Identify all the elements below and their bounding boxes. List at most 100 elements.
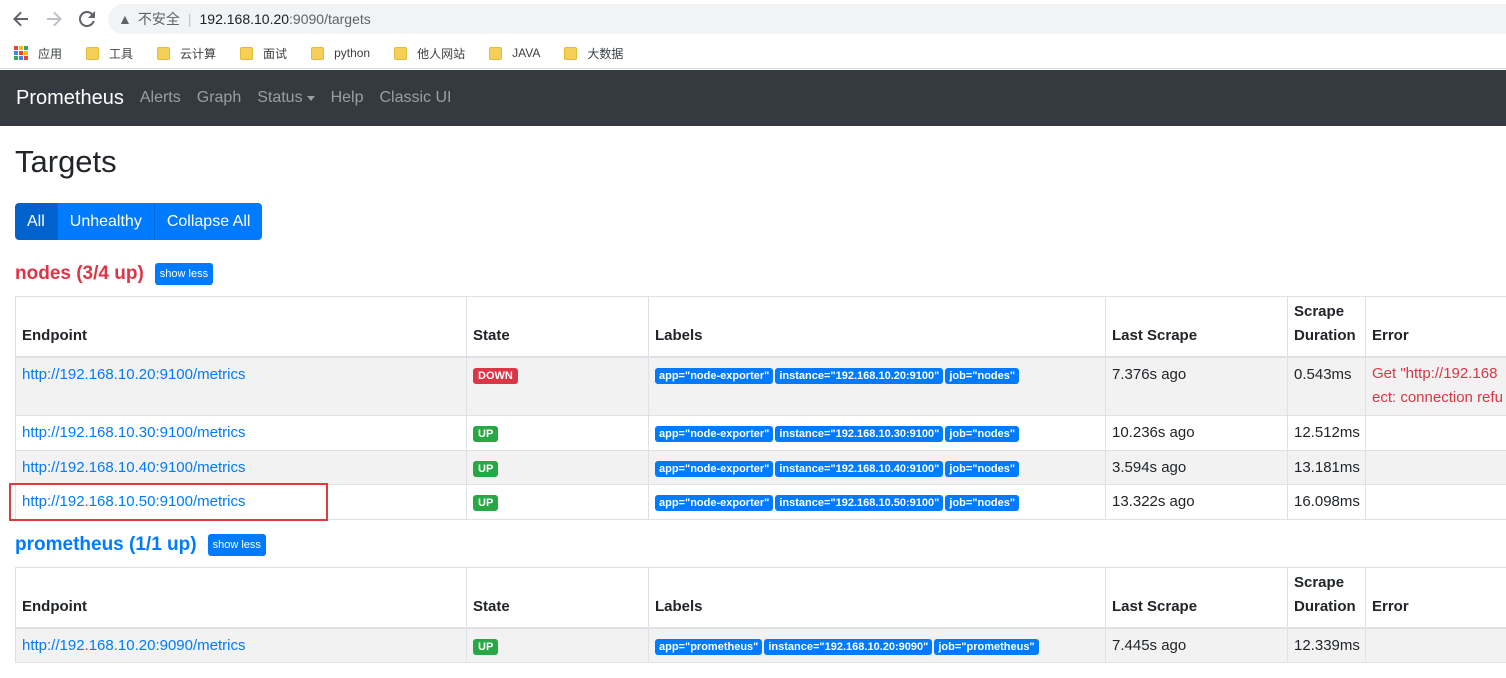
pool-title[interactable]: prometheus (1/1 up)	[15, 534, 197, 556]
endpoint-link[interactable]: http://192.168.10.40:9100/metrics	[22, 459, 245, 476]
bookmark-python[interactable]: python	[311, 46, 370, 60]
error-message	[1365, 627, 1506, 663]
last-scrape: 10.236s ago	[1105, 415, 1288, 451]
col-state: State	[466, 567, 649, 629]
url-host: 192.168.10.20	[199, 11, 290, 27]
bookmark-label: 面试	[263, 46, 288, 61]
bookmark-label: 他人网站	[417, 46, 466, 61]
nav-help[interactable]: Help	[331, 89, 364, 107]
nav-classic-ui[interactable]: Classic UI	[379, 89, 451, 107]
col-error: Error	[1365, 296, 1506, 358]
bookmark-label: JAVA	[512, 46, 541, 60]
col-scrape-duration-line1: Scrape	[1294, 302, 1345, 320]
state-badge: DOWN	[473, 367, 518, 384]
nav-status-label: Status	[257, 89, 303, 106]
label-badge: app="node-exporter"	[655, 426, 774, 442]
bookmarks-bar: 应用 工具 云计算 面试 python 他人网站 JAVA 大数据	[0, 38, 1506, 69]
error-message	[1365, 415, 1506, 451]
bookmark-bigdata[interactable]: 大数据	[564, 45, 623, 62]
label-badge: instance="192.168.10.20:9100"	[775, 367, 944, 384]
error-message	[1365, 450, 1506, 485]
label-badge: app="node-exporter"	[655, 367, 774, 384]
state-badge: UP	[473, 461, 499, 477]
bookmark-label: 应用	[38, 46, 63, 61]
brand-link[interactable]: Prometheus	[16, 87, 124, 110]
bookmark-apps[interactable]: 应用	[14, 45, 62, 62]
col-last-scrape: Last Scrape	[1105, 296, 1288, 358]
nav-graph[interactable]: Graph	[197, 89, 241, 107]
bookmark-java[interactable]: JAVA	[489, 46, 540, 60]
show-less-button[interactable]: show less	[207, 534, 266, 556]
col-scrape-duration: Scrape Duration	[1287, 296, 1366, 358]
all-button[interactable]: All	[15, 203, 58, 240]
col-scrape-duration-line2: Duration	[1294, 326, 1356, 344]
error-line: ect: connection refu	[1372, 388, 1503, 406]
collapse-all-button[interactable]: Collapse All	[154, 203, 263, 240]
table-header-row: Endpoint State Labels Last Scrape Scrape…	[15, 296, 1506, 358]
last-scrape: 13.322s ago	[1105, 484, 1288, 520]
unhealthy-button[interactable]: Unhealthy	[57, 203, 155, 240]
url-path: :9090/targets	[289, 11, 371, 27]
col-last-scrape: Last Scrape	[1105, 567, 1288, 629]
reload-icon[interactable]	[75, 7, 99, 31]
label-badge: job="nodes"	[945, 461, 1020, 477]
error-message: Get "http://192.168 ect: connection refu	[1372, 362, 1506, 410]
nav-alerts[interactable]: Alerts	[140, 89, 181, 107]
label-badge: app="node-exporter"	[655, 461, 774, 477]
label-badge: job="nodes"	[945, 367, 1020, 384]
endpoint-link[interactable]: http://192.168.10.30:9100/metrics	[22, 424, 245, 441]
col-scrape-duration-line2: Duration	[1294, 597, 1356, 615]
bookmark-label: python	[334, 46, 371, 60]
address-bar[interactable]: ▲ 不安全 | 192.168.10.20:9090/targets	[108, 4, 1506, 34]
forward-icon[interactable]	[42, 7, 66, 31]
error-line: Get "http://192.168	[1372, 364, 1498, 382]
bookmark-others[interactable]: 他人网站	[394, 45, 465, 62]
label-badge: instance="192.168.10.30:9100"	[775, 426, 944, 442]
label-badge: instance="192.168.10.40:9100"	[775, 461, 944, 477]
state-badge: UP	[473, 495, 499, 511]
bookmark-interview[interactable]: 面试	[240, 45, 287, 62]
caret-down-icon	[306, 95, 315, 101]
table-row: http://192.168.10.20:9090/metrics UP app…	[15, 627, 1506, 663]
label-badge: instance="192.168.10.20:9090"	[764, 638, 933, 655]
col-endpoint: Endpoint	[15, 567, 467, 629]
last-scrape: 7.445s ago	[1105, 627, 1288, 663]
state-badge: UP	[473, 426, 499, 442]
page-title: Targets	[15, 144, 117, 179]
col-labels: Labels	[648, 567, 1106, 629]
endpoint-link[interactable]: http://192.168.10.20:9100/metrics	[22, 366, 245, 383]
col-state: State	[466, 296, 649, 358]
table-header-row: Endpoint State Labels Last Scrape Scrape…	[15, 567, 1506, 629]
pool-header-nodes: nodes (3/4 up) show less	[15, 263, 214, 285]
nav-status[interactable]: Status	[257, 89, 315, 107]
filter-button-group: All Unhealthy Collapse All	[15, 203, 263, 240]
targets-table-prometheus: Endpoint State Labels Last Scrape Scrape…	[15, 567, 1506, 663]
endpoint-link[interactable]: http://192.168.10.20:9090/metrics	[22, 637, 245, 654]
last-scrape: 7.376s ago	[1105, 356, 1288, 416]
bookmark-tools[interactable]: 工具	[86, 45, 133, 62]
col-labels: Labels	[648, 296, 1106, 358]
warning-icon: ▲	[118, 11, 132, 27]
col-scrape-duration: Scrape Duration	[1287, 567, 1366, 629]
state-badge: UP	[473, 638, 499, 655]
table-row: http://192.168.10.20:9100/metrics DOWN a…	[15, 356, 1506, 416]
folder-icon	[311, 46, 325, 60]
label-badge: app="node-exporter"	[655, 495, 774, 511]
label-badge: instance="192.168.10.50:9100"	[775, 495, 944, 511]
scrape-duration: 13.181ms	[1287, 450, 1366, 485]
label-badge: job="nodes"	[945, 495, 1020, 511]
scrape-duration: 12.339ms	[1287, 627, 1366, 663]
folder-icon	[564, 46, 578, 60]
show-less-button[interactable]: show less	[154, 263, 214, 285]
folder-icon	[489, 46, 503, 60]
col-error: Error	[1365, 567, 1506, 629]
folder-icon	[394, 46, 408, 60]
apps-grid-icon	[14, 46, 28, 60]
pool-title[interactable]: nodes (3/4 up)	[15, 263, 144, 285]
bookmark-cloud[interactable]: 云计算	[157, 45, 216, 62]
highlight-box	[9, 483, 328, 521]
back-icon[interactable]	[9, 7, 33, 31]
bookmark-label: 云计算	[180, 46, 217, 61]
bookmark-label: 大数据	[587, 46, 624, 61]
folder-icon	[86, 46, 100, 60]
